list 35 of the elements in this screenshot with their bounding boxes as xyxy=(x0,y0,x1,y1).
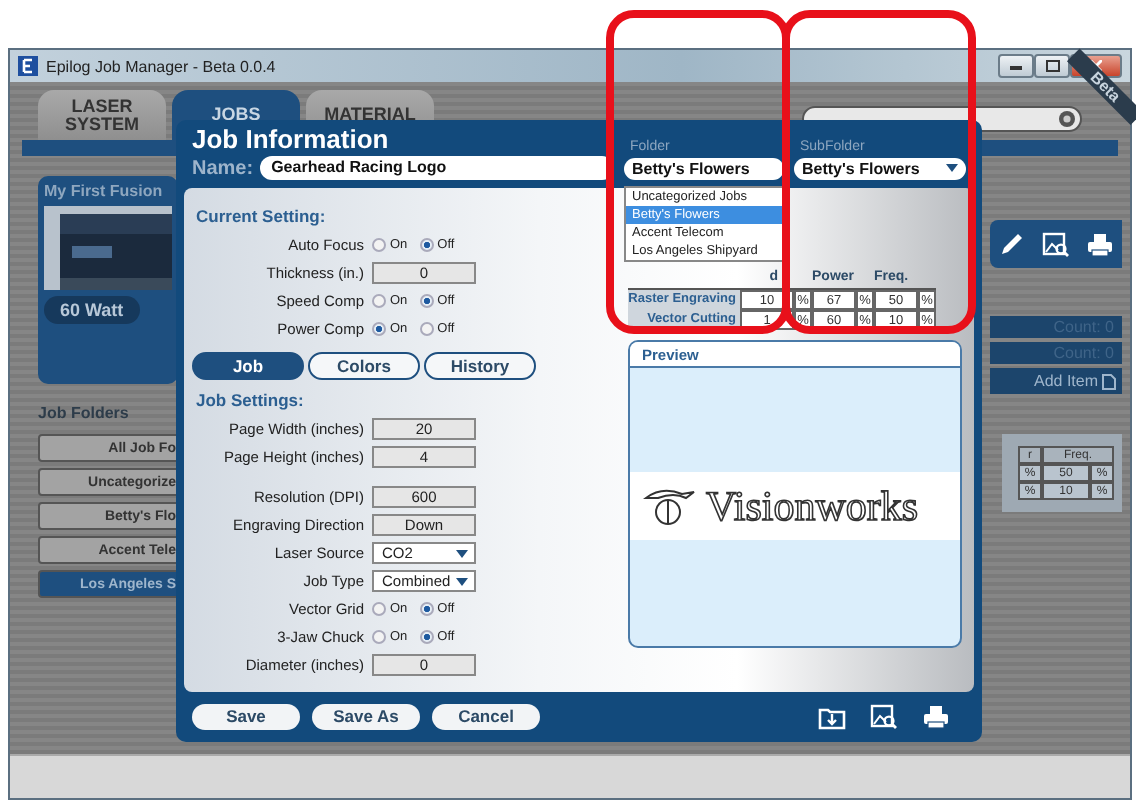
dialog-button[interactable]: Save As xyxy=(312,703,420,730)
pencil-icon[interactable] xyxy=(998,231,1026,257)
image-search-icon[interactable] xyxy=(1042,231,1070,257)
dialog-button[interactable]: Save xyxy=(192,703,300,730)
folder-dropdown[interactable]: Betty's Flowers xyxy=(624,157,784,180)
window-title: Epilog Job Manager - Beta 0.0.4 xyxy=(46,57,276,75)
add-file-icon xyxy=(1102,373,1116,389)
power-label: 60 Watt xyxy=(44,296,140,324)
maximize-icon xyxy=(1045,60,1059,72)
caret-icon xyxy=(456,550,468,559)
image-search-icon[interactable] xyxy=(870,703,898,730)
dialog-button[interactable]: Cancel xyxy=(432,703,540,730)
caret-icon xyxy=(946,164,958,173)
dialog-tab[interactable]: Job xyxy=(192,351,304,380)
name-label: Name: xyxy=(192,157,254,179)
section-title: Job Settings: xyxy=(196,389,306,410)
minimize-icon xyxy=(1010,63,1022,69)
dialog-tab[interactable]: History xyxy=(424,351,536,380)
clear-icon[interactable] xyxy=(1058,110,1076,128)
minimize-button[interactable] xyxy=(998,54,1034,78)
add-item-button[interactable]: Add Item xyxy=(990,368,1122,394)
section-title: Current Setting: xyxy=(196,205,328,226)
printer-icon[interactable] xyxy=(922,703,950,730)
logo-text: Visionworks xyxy=(706,481,919,532)
machine-name: My First Fusion xyxy=(44,182,165,200)
app-tab[interactable]: LASER SYSTEM xyxy=(38,90,166,140)
section-title: Job Folders xyxy=(38,404,131,422)
subfolder-dropdown[interactable]: Betty's Flowers xyxy=(794,157,966,180)
folder-import-icon[interactable] xyxy=(818,703,846,730)
app-icon xyxy=(18,56,38,76)
printer-icon[interactable] xyxy=(1086,231,1114,257)
caret-icon xyxy=(456,578,468,587)
machine-card[interactable]: My First Fusion 60 Watt xyxy=(38,176,178,384)
maximize-button[interactable] xyxy=(1034,54,1070,78)
dialog-tab[interactable]: Colors xyxy=(308,351,420,380)
